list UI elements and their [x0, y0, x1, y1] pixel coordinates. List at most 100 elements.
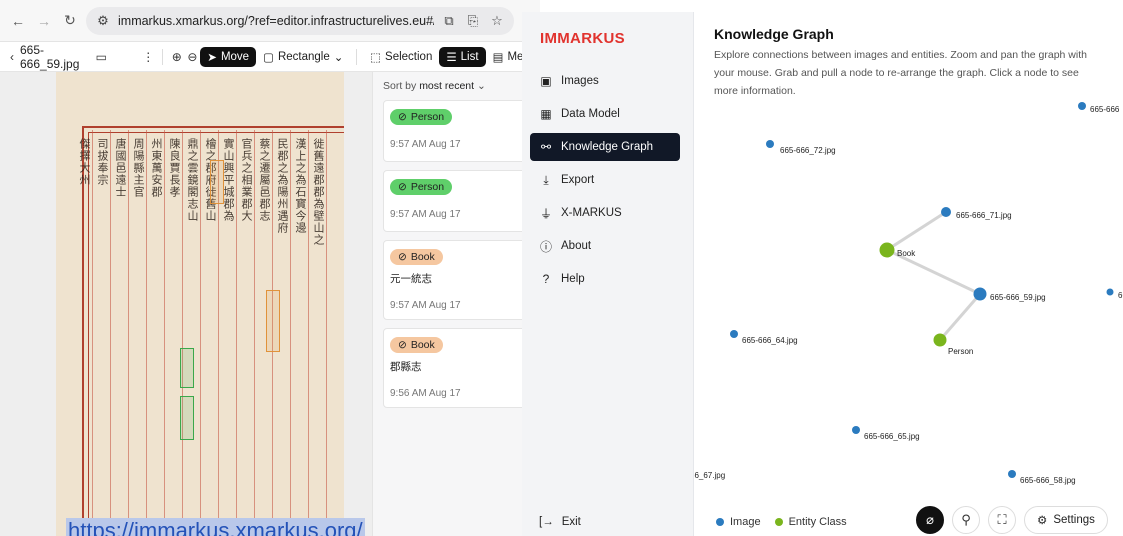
sidebar-item-data-model[interactable]: ▦ Data Model — [530, 100, 680, 128]
browser-url-bar: ← → ↻ ⚙ immarkus.xmarkus.org/?ref=editor… — [0, 0, 540, 42]
selection-icon: ⬚ — [370, 51, 382, 64]
exit-button[interactable]: [→ Exit — [539, 516, 581, 528]
graph-node[interactable]: Book — [879, 242, 917, 259]
sidebar-item-images[interactable]: ▣ Images — [530, 67, 680, 95]
scan-column-rule — [128, 130, 129, 536]
sidebar-item-label: Help — [561, 273, 585, 285]
scan-column-rule — [236, 130, 237, 536]
rectangle-tool-button[interactable]: ▢ Rectangle ⌄ — [256, 47, 350, 67]
graph-node[interactable]: Person — [933, 333, 974, 357]
scan-column-rule — [200, 130, 201, 536]
reload-icon[interactable]: ↻ — [60, 10, 80, 32]
scan-glyph-column: 傑擇大州 — [78, 138, 91, 186]
translate-icon[interactable]: ⧉ — [440, 12, 458, 30]
scan-column-rule — [254, 130, 255, 536]
annotation-region-person[interactable] — [180, 396, 194, 440]
graph-legend: Image Entity Class — [716, 516, 847, 528]
graph-node[interactable]: 665-666 — [1078, 102, 1120, 114]
graph-node[interactable]: 65-666_67.jpg — [694, 471, 725, 480]
list-button[interactable]: ☰ List — [439, 46, 486, 67]
graph-node-dot[interactable] — [941, 207, 951, 217]
sidebar-item-label: Data Model — [561, 108, 620, 120]
zoom-out-icon[interactable]: ⊖ — [185, 47, 201, 67]
graph-node-dot[interactable] — [1106, 288, 1114, 296]
annotation-card[interactable]: ⊘ Book 郡縣志 9:56 AM Aug 17 — [383, 328, 531, 408]
screen: ← → ↻ ⚙ immarkus.xmarkus.org/?ref=editor… — [0, 0, 1123, 536]
graph-node[interactable]: 665-666_64.jpg — [730, 330, 798, 345]
graph-node[interactable]: 665-666_72.jpg — [766, 140, 836, 155]
graph-node[interactable]: 665-666_65.jpg — [852, 426, 920, 441]
bookmark-star-icon[interactable]: ☆ — [488, 12, 506, 30]
image-viewer[interactable]: 徙舊遠郡郡為壁山之 漢上之為石寳今邊 民郡之為陽州遇府 蔡之遷屬邑郡志 官兵之相業郡大實… — [0, 72, 372, 536]
sidebar-item-help[interactable]: ? Help — [530, 265, 680, 293]
graph-node-dot[interactable] — [973, 287, 987, 301]
forward-arrow-icon[interactable]: → — [34, 10, 54, 32]
legend-entity: Entity Class — [774, 516, 847, 528]
sidebar-item-x-markus[interactable]: ⏚ X-MARKUS — [530, 199, 680, 227]
graph-node[interactable]: 665-666_59.jpg — [973, 287, 1046, 303]
download-icon: ⤓ — [543, 172, 549, 187]
graph-node-dot[interactable] — [730, 330, 738, 338]
site-settings-icon[interactable]: ⚙ — [94, 12, 112, 30]
sort-value: most recent — [419, 80, 475, 92]
scan-column-rule — [308, 130, 309, 536]
annotation-region-book[interactable] — [210, 160, 224, 204]
sidebar-item-label: Images — [561, 75, 599, 87]
sidebar-item-knowledge-graph[interactable]: ⚯ Knowledge Graph — [530, 133, 680, 161]
rectangle-tool-label: Rectangle — [277, 50, 330, 63]
graph-controls: ⌀ ⚲ ⛶ ⚙ Settings — [916, 506, 1108, 534]
search-icon: ⚲ — [961, 512, 971, 527]
graph-node-dot[interactable] — [933, 333, 947, 347]
graph-node[interactable]: 665-666_ — [1106, 288, 1123, 301]
graph-node-dot[interactable] — [766, 140, 774, 148]
sidebar-item-about[interactable]: ⓘ About — [530, 232, 680, 260]
graph-node-dot[interactable] — [1008, 470, 1016, 478]
chevron-left-icon[interactable]: ‹ — [10, 50, 14, 64]
scan-column-rule — [110, 130, 111, 536]
toolbar-divider — [356, 48, 358, 65]
annotation-timestamp: 9:57 AM Aug 17 — [390, 139, 461, 150]
entity-tag-book: ⊘ Book — [390, 249, 443, 265]
graph-link — [938, 293, 982, 341]
toolbar-divider — [162, 48, 163, 65]
annotation-timestamp: 9:57 AM Aug 17 — [390, 300, 461, 311]
fit-view-button[interactable]: ⛶ — [988, 506, 1016, 534]
annotation-card[interactable]: ⊘ Person 9:57 AM Aug 17 — [383, 100, 531, 162]
annotation-region-book[interactable] — [266, 290, 280, 352]
annotation-cards: ⊘ Person 9:57 AM Aug 17 ⊘ Person 9:57 AM Aug … — [383, 100, 531, 408]
share-icon[interactable]: ⎘ — [464, 12, 482, 30]
graph-node-label: 665-666_72.jpg — [780, 146, 836, 155]
graph-node-label: 65-666_67.jpg — [694, 471, 725, 480]
zoom-in-icon[interactable]: ⊕ — [169, 47, 185, 67]
graph-node-dot[interactable] — [852, 426, 860, 434]
legend-image: Image — [716, 516, 761, 528]
graph-node-label: 665-666_71.jpg — [956, 211, 1012, 220]
move-tool-button[interactable]: ➤ Move — [200, 46, 257, 67]
chevron-down-icon: ⌄ — [333, 51, 344, 64]
app-logo: IMMARKUS — [540, 30, 625, 47]
folder-icon[interactable]: ▭ — [93, 47, 109, 67]
annotation-card[interactable]: ⊘ Book 元一統志 9:57 AM Aug 17 — [383, 240, 531, 320]
graph-node-dot[interactable] — [1078, 102, 1086, 110]
graph-node-dot[interactable] — [879, 242, 895, 258]
back-arrow-icon[interactable]: ← — [8, 10, 28, 32]
selection-button[interactable]: ⬚ Selection — [363, 47, 439, 67]
scan-column-rule — [182, 130, 183, 536]
graph-node[interactable]: 665-666_58.jpg — [1008, 470, 1076, 485]
more-vertical-icon[interactable]: ⋮ — [140, 47, 156, 67]
address-bar[interactable]: ⚙ immarkus.xmarkus.org/?ref=editor.infra… — [86, 6, 514, 35]
sort-control[interactable]: Sort by most recent ⌄ — [383, 80, 530, 92]
settings-button[interactable]: ⚙ Settings — [1024, 506, 1108, 534]
scan-column-rule — [164, 130, 165, 536]
scan-glyph-column: 周陽縣主官 — [132, 138, 145, 198]
hide-labels-button[interactable]: ⌀ — [916, 506, 944, 534]
annotation-card[interactable]: ⊘ Person 9:57 AM Aug 17 — [383, 170, 531, 232]
graph-node-label: 665-666_59.jpg — [990, 293, 1046, 302]
exit-label: Exit — [561, 516, 581, 528]
annotation-region-person[interactable] — [180, 348, 194, 388]
sidebar-item-export[interactable]: ⤓ Export — [530, 166, 680, 194]
graph-node[interactable]: 665-666_71.jpg — [941, 207, 1012, 220]
info-icon: ⓘ — [539, 239, 552, 254]
scan-glyph-column: 唐國邑遠士 — [114, 138, 127, 198]
search-button[interactable]: ⚲ — [952, 506, 980, 534]
